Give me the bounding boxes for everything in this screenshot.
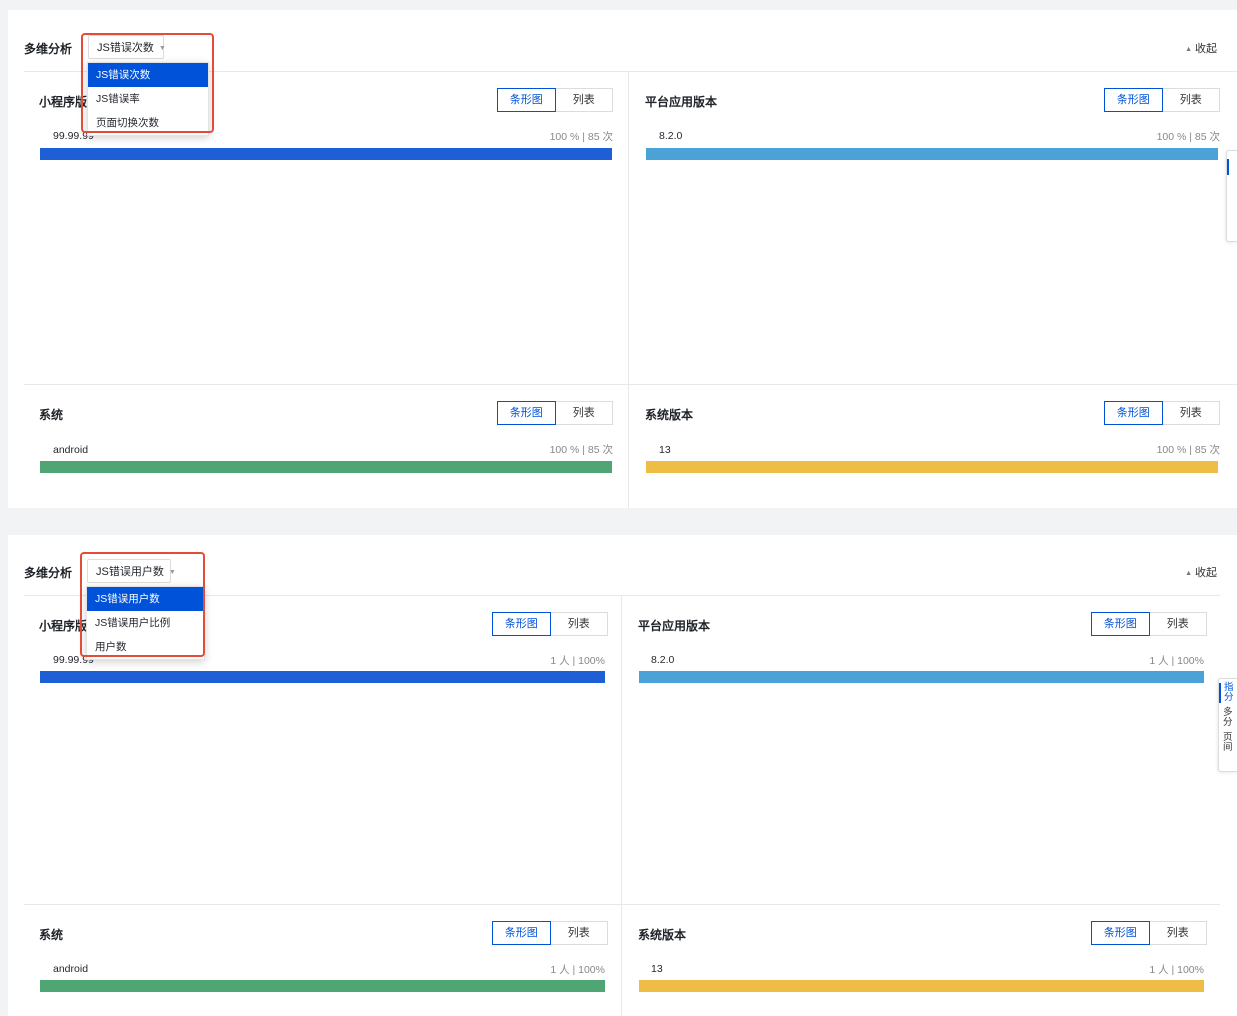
side-floating-widget[interactable] <box>1226 150 1237 242</box>
bar <box>639 980 1204 992</box>
multi-dim-analysis-panel: 多维分析 JS错误次数 ▼ ▲ 收起 小程序版本 条形图 列表 99.99.99 1… <box>8 10 1237 508</box>
collapse-label: 收起 <box>1195 567 1217 579</box>
row-label: android <box>53 963 89 975</box>
quadrant-title-system-version: 系统版本 <box>638 926 687 943</box>
list-tab[interactable]: 列表 <box>555 401 613 425</box>
quadrant-title-system-version: 系统版本 <box>645 406 694 423</box>
divider <box>24 384 1237 385</box>
chevron-up-icon: ▲ <box>1185 570 1192 577</box>
bar <box>40 980 605 992</box>
view-toggle: 条形图 列表 <box>492 921 608 945</box>
row-value: 100 % | 85 次 <box>549 444 613 456</box>
side-widget-indicator <box>1227 159 1237 175</box>
side-widget-text: 分 <box>1219 693 1237 703</box>
list-tab[interactable]: 列表 <box>1149 612 1207 636</box>
collapse-label: 收起 <box>1195 43 1217 55</box>
panel-title: 多维分析 <box>24 566 73 580</box>
bar-chart-tab[interactable]: 条形图 <box>497 88 556 112</box>
list-tab[interactable]: 列表 <box>1149 921 1207 945</box>
view-toggle: 条形图 列表 <box>497 88 613 112</box>
side-widget-text: 分 <box>1223 717 1233 728</box>
list-tab[interactable]: 列表 <box>550 612 608 636</box>
row-label: 8.2.0 <box>651 654 675 666</box>
quadrant-title-platform-app-version: 平台应用版本 <box>638 617 711 634</box>
side-floating-widget[interactable]: 指 分 多 分 页 间 <box>1218 678 1237 772</box>
row-value: 1 人 | 100% <box>1149 964 1204 976</box>
highlight-box <box>80 552 205 657</box>
quadrant-title-platform-app-version: 平台应用版本 <box>645 93 718 110</box>
bar <box>646 461 1218 473</box>
view-toggle: 条形图 列表 <box>1091 921 1207 945</box>
list-tab[interactable]: 列表 <box>1162 401 1220 425</box>
multi-dim-analysis-panel: 多维分析 JS错误用户数 ▼ ▲ 收起 小程序版本 条形图 列表 99.99.99 … <box>8 535 1237 1016</box>
bar <box>639 671 1204 683</box>
bar-chart-tab[interactable]: 条形图 <box>1091 612 1150 636</box>
row-label: android <box>53 444 89 456</box>
side-widget-text: 间 <box>1223 742 1233 753</box>
view-toggle: 条形图 列表 <box>1091 612 1207 636</box>
row-label: 13 <box>659 444 671 456</box>
row-label: 8.2.0 <box>659 130 683 142</box>
panel-title: 多维分析 <box>24 42 73 56</box>
bar-chart-tab[interactable]: 条形图 <box>1091 921 1150 945</box>
row-value: 100 % | 85 次 <box>1156 444 1220 456</box>
list-tab[interactable]: 列表 <box>550 921 608 945</box>
quadrant-title-system: 系统 <box>39 926 64 943</box>
row-value: 1 人 | 100% <box>550 964 605 976</box>
view-toggle: 条形图 列表 <box>1104 88 1220 112</box>
list-tab[interactable]: 列表 <box>1162 88 1220 112</box>
chevron-up-icon: ▲ <box>1185 46 1192 53</box>
quadrant-title-system: 系统 <box>39 406 64 423</box>
collapse-button[interactable]: ▲ 收起 <box>1185 564 1217 580</box>
bar <box>40 148 612 160</box>
view-toggle: 条形图 列表 <box>497 401 613 425</box>
view-toggle: 条形图 列表 <box>1104 401 1220 425</box>
bar-chart-tab[interactable]: 条形图 <box>1104 88 1163 112</box>
row-value: 100 % | 85 次 <box>1156 131 1220 143</box>
divider <box>628 72 629 508</box>
bar-chart-tab[interactable]: 条形图 <box>1104 401 1163 425</box>
bar <box>40 671 605 683</box>
bar <box>40 461 612 473</box>
row-value: 1 人 | 100% <box>550 655 605 667</box>
list-tab[interactable]: 列表 <box>555 88 613 112</box>
bar-chart-tab[interactable]: 条形图 <box>492 612 551 636</box>
row-value: 100 % | 85 次 <box>549 131 613 143</box>
highlight-box <box>81 33 214 133</box>
divider <box>24 904 1220 905</box>
divider <box>621 596 622 1016</box>
row-value: 1 人 | 100% <box>1149 655 1204 667</box>
collapse-button[interactable]: ▲ 收起 <box>1185 40 1217 56</box>
bar-chart-tab[interactable]: 条形图 <box>492 921 551 945</box>
view-toggle: 条形图 列表 <box>492 612 608 636</box>
bar <box>646 148 1218 160</box>
row-label: 13 <box>651 963 663 975</box>
bar-chart-tab[interactable]: 条形图 <box>497 401 556 425</box>
